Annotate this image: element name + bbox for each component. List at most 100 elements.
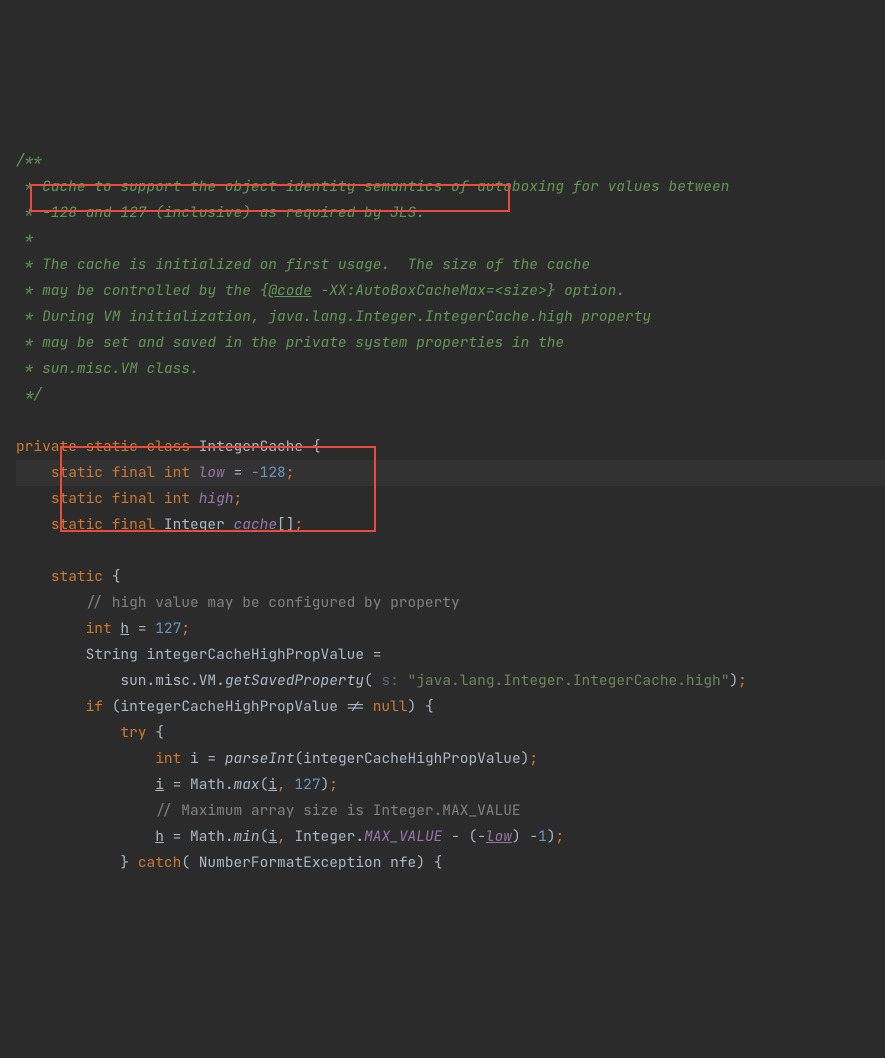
var-ichpv: integerCacheHighPropValue [303,749,521,768]
var-ichpv: integerCacheHighPropValue [120,697,338,716]
class-math: Math [190,775,225,794]
call-parseInt: parseInt [225,749,295,768]
punct: ; [529,749,538,768]
kw-null: null [373,697,408,716]
punct: = [129,619,155,638]
field-low: low [486,827,512,846]
punct: , [277,827,294,846]
type-integer: Integer [164,515,225,534]
javadoc-line: * The cache is initialized on first usag… [16,255,590,274]
punct: ; [286,463,295,482]
punct: } [120,853,129,872]
line-comment: // Maximum array size is Integer.MAX_VAL… [155,801,520,820]
var-ichpv: integerCacheHighPropValue [147,645,365,664]
punct: ) [512,827,521,846]
kw-class: class [147,437,191,456]
qual-sunmiscvm: sun.misc.VM. [120,671,224,690]
punct: ( [181,853,190,872]
javadoc-line: * Cache to support the object identity s… [16,177,729,196]
kw-int: int [164,463,190,482]
punct: ; [738,671,747,690]
javadoc-line: * [16,229,33,248]
kw-private: private [16,437,77,456]
kw-final: final [112,489,156,508]
var-i: i [190,749,199,768]
punct: != [338,697,373,716]
code-block: /** * Cache to support the object identi… [16,122,885,928]
call-min: min [234,827,260,846]
type-string: String [86,645,138,664]
num-1: 1 [538,827,547,846]
javadoc-line: * -128 and 127 (inclusive) as required b… [16,203,425,222]
javadoc-line: */ [16,385,42,404]
punct-minus: - [529,827,538,846]
punct: ; [181,619,190,638]
punct: ; [234,489,243,508]
punct: ; [294,515,303,534]
kw-catch: catch [138,853,182,872]
call-getSavedProperty: getSavedProperty [225,671,364,690]
line-comment: // high value may be configured by prope… [86,593,460,612]
var-i: i [155,775,164,794]
kw-if: if [86,697,103,716]
punct-minus: - [251,463,260,482]
punct: - [442,827,468,846]
punct-minus: - [477,827,486,846]
kw-static: static [51,489,103,508]
field-cache: cache [234,515,278,534]
javadoc-tag: @code [268,281,312,300]
punct: ; [556,827,565,846]
field-maxvalue: MAX_VALUE [364,827,442,846]
kw-int: int [164,489,190,508]
kw-static: static [51,463,103,482]
punct: { [147,723,164,742]
param-hint: s: [373,671,408,690]
punct: = [225,463,251,482]
kw-static: static [51,515,103,534]
punct: { [103,567,120,586]
punct: { [416,697,433,716]
var-i: i [268,827,277,846]
var-nfe: nfe [390,853,416,872]
kw-try: try [120,723,146,742]
kw-static: static [86,437,138,456]
num-127: 127 [155,619,181,638]
type-nfe: NumberFormatException [199,853,382,872]
javadoc-line: * may be controlled by the { [16,281,268,300]
punct: { [425,853,442,872]
num-128: 128 [260,463,286,482]
javadoc-line: /** [16,151,42,170]
type-integer: Integer [294,827,355,846]
punct: ) [547,827,556,846]
field-low: low [199,463,225,482]
var-h: h [120,619,129,638]
string-literal: "java.lang.Integer.IntegerCache.high" [408,671,730,690]
punct: ; [329,775,338,794]
call-max: max [234,775,260,794]
kw-static: static [51,567,103,586]
punct: ) [416,853,425,872]
punct: ( [260,775,269,794]
punct: = [164,827,190,846]
var-h: h [155,827,164,846]
javadoc-line: * may be set and saved in the private sy… [16,333,564,352]
punct: ) [321,775,330,794]
punct: = [164,775,190,794]
punct: ( [468,827,477,846]
punct: ( [364,671,373,690]
javadoc-line: -XX:AutoBoxCacheMax=<size>} option. [312,281,625,300]
punct: ) [729,671,738,690]
punct: , [277,775,294,794]
punct: ( [294,749,303,768]
punct: = [199,749,225,768]
kw-final: final [112,463,156,482]
class-math: Math [190,827,225,846]
punct: [] [277,515,294,534]
field-high: high [199,489,234,508]
punct: ( [260,827,269,846]
javadoc-line: * sun.misc.VM class. [16,359,199,378]
kw-int: int [155,749,181,768]
javadoc-line: * During VM initialization, java.lang.In… [16,307,651,326]
punct: { [303,437,320,456]
class-name: IntegerCache [199,437,303,456]
